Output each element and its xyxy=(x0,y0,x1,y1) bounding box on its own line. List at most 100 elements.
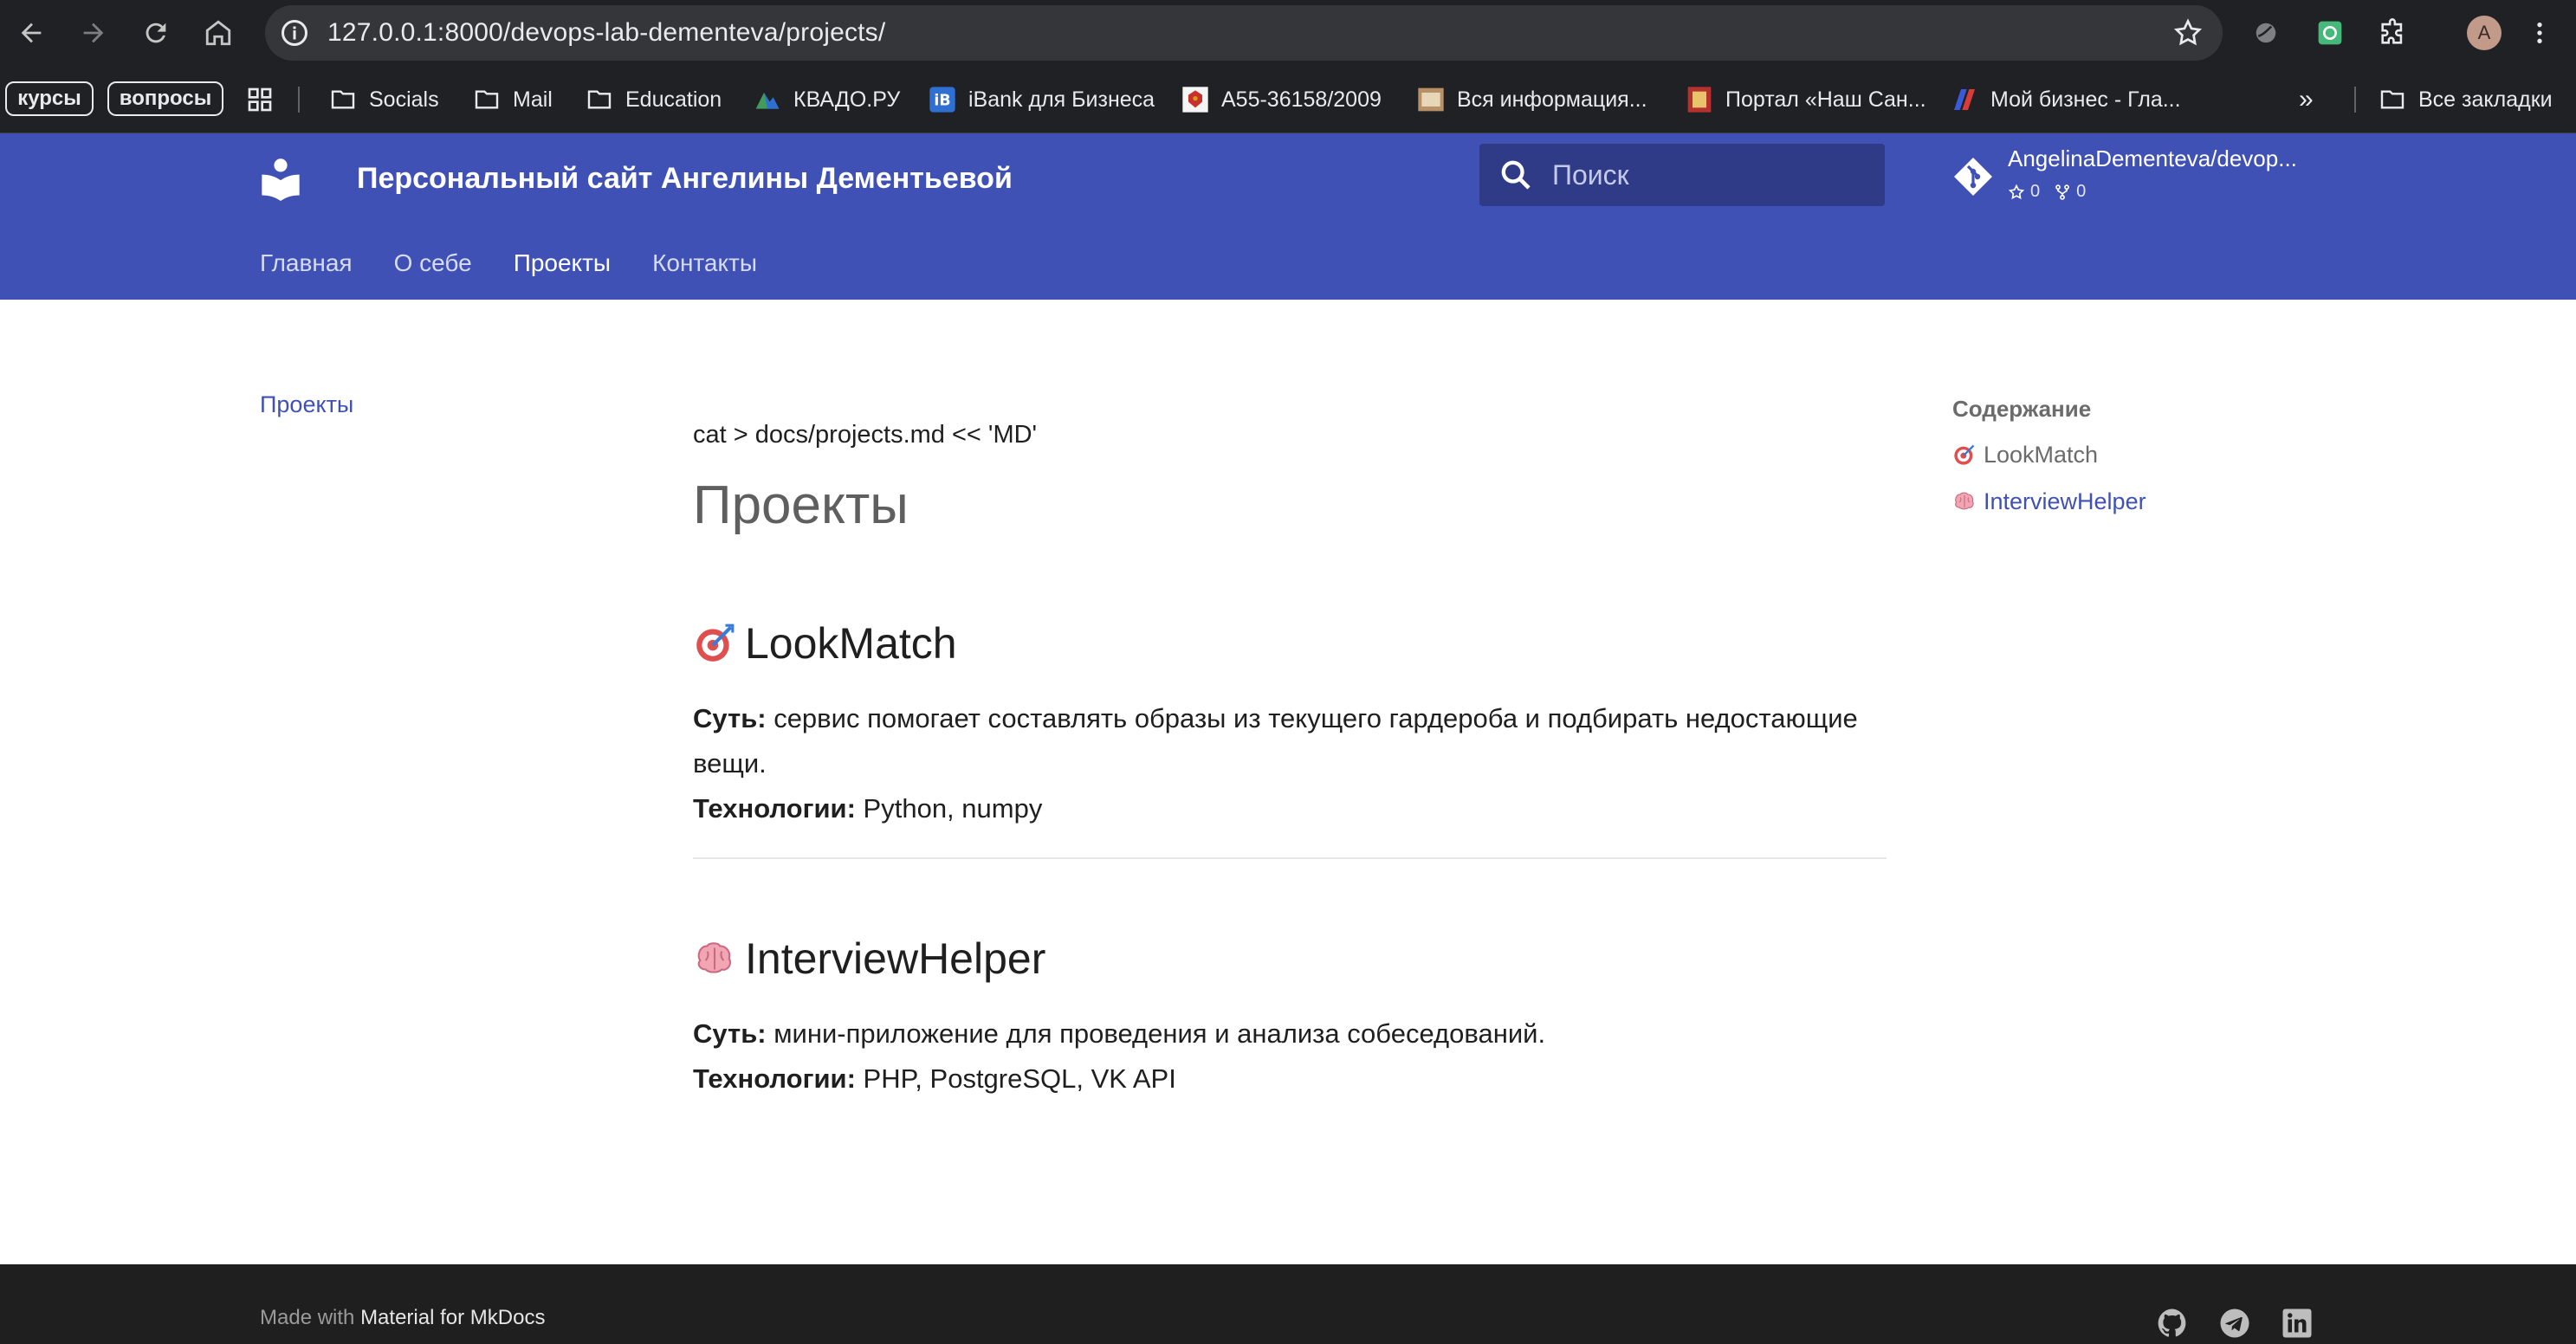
bookmark-label: Портал «Наш Сан... xyxy=(1725,87,1926,112)
puzzle-icon xyxy=(2381,18,2403,44)
bookmark-label: КВАДО.РУ xyxy=(793,87,901,112)
dart-target-icon xyxy=(1954,444,1975,465)
tech-text: Python, numpy xyxy=(855,793,1043,824)
all-bookmarks-button[interactable]: Все закладки xyxy=(2379,66,2553,133)
book-reader-logo-icon[interactable] xyxy=(258,156,303,201)
repo-forks-count: 0 xyxy=(2076,182,2087,201)
git-icon xyxy=(1954,158,1992,196)
search-icon xyxy=(1501,160,1531,190)
made-with-text: Made with Material for MkDocs xyxy=(260,1306,545,1330)
project-title: InterviewHelper xyxy=(745,934,1046,983)
telegram-icon[interactable] xyxy=(2219,1308,2250,1339)
project-tech: Технологии: PHP, PostgreSQL, VK API xyxy=(693,1056,1887,1102)
project-heading-interviewhelper: InterviewHelper xyxy=(693,928,1887,989)
project-tech: Технологии: Python, numpy xyxy=(693,786,1887,831)
apps-grid-icon xyxy=(248,87,272,112)
essence-label: Суть: xyxy=(693,1018,767,1049)
extensions-button[interactable] xyxy=(2375,16,2410,50)
address-bar[interactable]: 127.0.0.1:8000/devops-lab-dementeva/proj… xyxy=(265,5,2223,61)
bookmark-kvado[interactable]: КВАДО.РУ xyxy=(754,66,900,133)
tab-projects[interactable]: Проекты xyxy=(514,242,611,284)
bookmark-pill-kursy[interactable]: курсы xyxy=(5,81,94,116)
tab-home[interactable]: Главная xyxy=(260,242,353,284)
bookmark-case[interactable]: А55-36158/2009 xyxy=(1181,66,1382,133)
green-extension-icon xyxy=(2318,21,2342,45)
court-emblem-icon xyxy=(1182,87,1208,113)
search-input[interactable] xyxy=(1552,144,1873,206)
portal-emblem-icon xyxy=(1687,87,1712,113)
folder-icon xyxy=(587,90,612,109)
sidebar-item-projects[interactable]: Проекты xyxy=(260,391,353,418)
tech-label: Технологии: xyxy=(693,793,856,824)
essence-text: мини-приложение для проведения и анализа… xyxy=(766,1018,1546,1049)
tab-about[interactable]: О себе xyxy=(394,242,472,284)
home-icon xyxy=(205,20,231,46)
project-essence: Суть: мини-приложение для проведения и а… xyxy=(693,1011,1887,1056)
url-text[interactable]: 127.0.0.1:8000/devops-lab-dementeva/proj… xyxy=(327,5,885,61)
kvado-logo-icon xyxy=(755,93,780,109)
bookmark-folder-mail[interactable]: Mail xyxy=(473,66,553,133)
brain-icon xyxy=(697,942,732,973)
bookmark-business[interactable]: Мой бизнес - Гла... xyxy=(1951,66,2181,133)
toc-item-lookmatch[interactable]: LookMatch xyxy=(1952,431,2299,478)
made-with-prefix: Made with xyxy=(260,1306,361,1329)
bookmark-star-icon[interactable] xyxy=(2172,17,2204,48)
toc-item-interviewhelper[interactable]: InterviewHelper xyxy=(1952,478,2299,525)
site-title[interactable]: Персональный сайт Ангелины Дементьевой xyxy=(357,151,1013,206)
info-site-icon xyxy=(1418,87,1444,112)
search-box[interactable] xyxy=(1479,144,1885,206)
toc-item-label: LookMatch xyxy=(1984,442,2099,468)
article: cat > docs/projects.md << 'MD' Проекты L… xyxy=(693,414,1887,1102)
kebab-menu-icon xyxy=(2537,23,2542,43)
apps-button[interactable] xyxy=(246,66,286,133)
nav-tabs: Главная О себе Проекты Контакты xyxy=(260,242,757,284)
bookmark-label: iBank для Бизнеса xyxy=(968,87,1155,112)
essence-text: сервис помогает составлять образы из тек… xyxy=(693,703,1858,779)
folder-icon xyxy=(475,90,499,109)
bookmark-info[interactable]: Вся информация... xyxy=(1417,66,1647,133)
linkedin-icon[interactable] xyxy=(2282,1308,2313,1339)
tech-label: Технологии: xyxy=(693,1063,856,1094)
toc-title: Содержание xyxy=(1952,396,2092,422)
svg-text:iB: iB xyxy=(934,93,950,110)
dart-target-icon xyxy=(696,624,735,662)
table-of-contents: Содержание LookMatch InterviewHelper xyxy=(1952,391,2299,525)
bookmark-folder-education[interactable]: Education xyxy=(586,66,722,133)
tab-contacts[interactable]: Контакты xyxy=(652,242,757,284)
folder-icon xyxy=(2380,90,2404,109)
project-essence: Суть: сервис помогает составлять образы … xyxy=(693,696,1887,786)
bookmarks-separator xyxy=(2354,87,2356,113)
repo-stars-count: 0 xyxy=(2030,182,2041,201)
bookmark-ibank[interactable]: iB iBank для Бизнеса xyxy=(929,66,1155,133)
repo-link[interactable]: AngelinaDementeva/devop... 0 0 xyxy=(1952,144,2316,213)
mkdocs-material-link[interactable]: Material for MkDocs xyxy=(360,1306,545,1329)
github-icon[interactable] xyxy=(2157,1308,2188,1339)
profile-avatar[interactable]: A xyxy=(2467,16,2502,50)
reload-button[interactable] xyxy=(135,12,177,54)
home-button[interactable] xyxy=(197,12,239,54)
bookmark-label: А55-36158/2009 xyxy=(1221,87,1382,112)
repo-name: AngelinaDementeva/devop... xyxy=(2008,145,2297,171)
bookmark-label: Socials xyxy=(369,87,439,112)
bookmark-label: Мой бизнес - Гла... xyxy=(1990,87,2181,112)
extension-icon[interactable] xyxy=(2249,16,2283,50)
site-header: Персональный сайт Ангелины Дементьевой A… xyxy=(0,133,2576,300)
extension-icon-green[interactable] xyxy=(2313,16,2347,50)
arrow-left-icon xyxy=(21,23,42,43)
folder-icon xyxy=(331,90,355,109)
browser-menu-button[interactable] xyxy=(2522,16,2557,50)
bookmark-label: Mail xyxy=(513,87,553,112)
bookmarks-overflow-button[interactable]: » xyxy=(2299,66,2314,133)
back-button[interactable] xyxy=(10,12,52,54)
brain-icon xyxy=(1955,492,1974,510)
bookmarks-separator xyxy=(298,87,300,113)
bookmark-pill-voprosy[interactable]: вопросы xyxy=(107,81,223,116)
business-logo-icon xyxy=(1954,89,1975,110)
bookmark-portal[interactable]: Портал «Наш Сан... xyxy=(1686,66,1926,133)
forward-button[interactable] xyxy=(73,12,114,54)
bookmark-folder-socials[interactable]: Socials xyxy=(329,66,439,133)
fork-icon xyxy=(2055,184,2070,200)
site-info-icon[interactable] xyxy=(279,17,310,48)
browser-toolbar: 127.0.0.1:8000/devops-lab-dementeva/proj… xyxy=(0,0,2576,66)
bookmark-label: Education xyxy=(625,87,722,112)
